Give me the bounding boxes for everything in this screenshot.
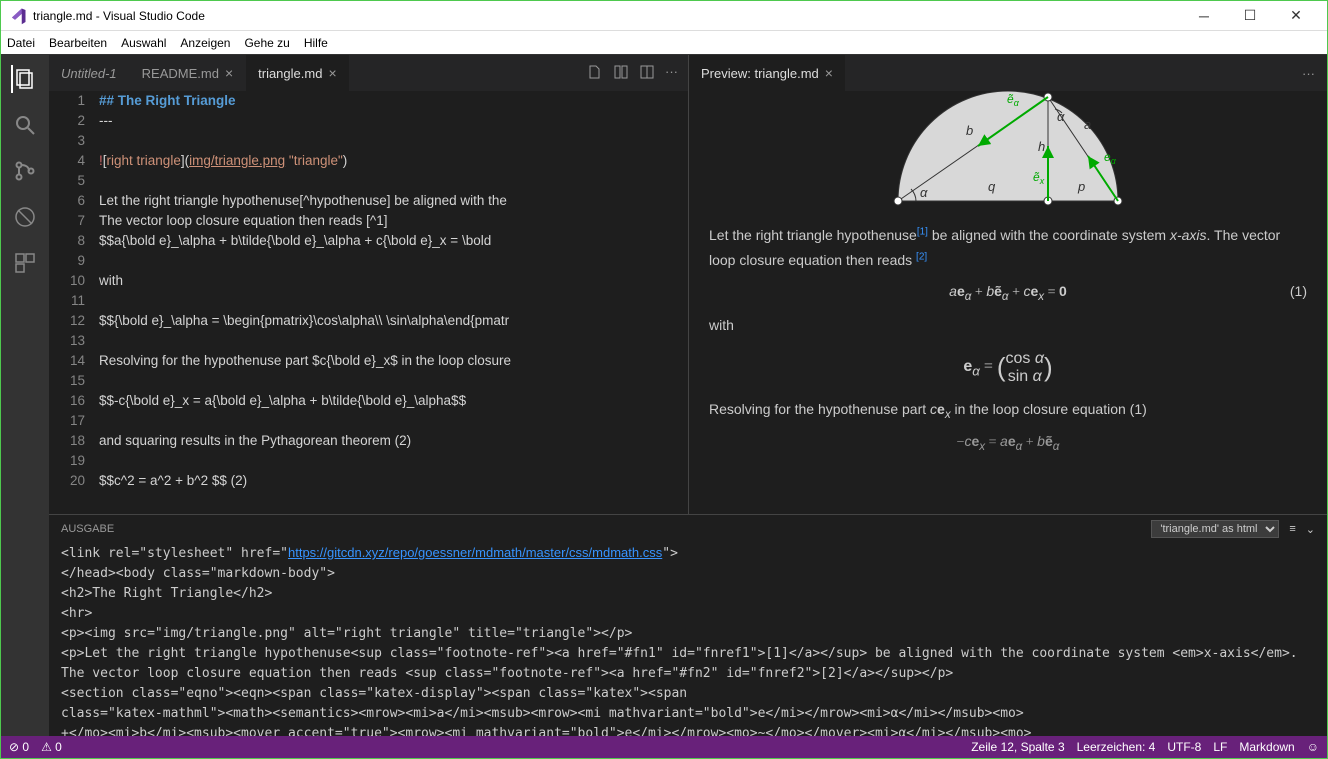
- preview-paragraph: Let the right triangle hypothenuse[1] be…: [709, 223, 1307, 273]
- footnote-ref[interactable]: [1]: [917, 226, 928, 237]
- svg-text:α: α: [1057, 109, 1065, 124]
- split-icon[interactable]: [639, 64, 655, 83]
- status-spaces[interactable]: Leerzeichen: 4: [1077, 740, 1156, 754]
- svg-text:q: q: [988, 179, 996, 194]
- maximize-button[interactable]: ☐: [1227, 1, 1273, 31]
- activitybar: [1, 55, 49, 736]
- svg-text:a: a: [1084, 117, 1091, 132]
- footnote-ref[interactable]: [2]: [916, 252, 927, 263]
- markdown-preview: b a h p q α α ẽα ẽx eα: [689, 91, 1327, 514]
- tab-untitled[interactable]: Untitled-1: [49, 55, 130, 91]
- menu-file[interactable]: Datei: [7, 36, 35, 50]
- status-encoding[interactable]: UTF-8: [1167, 740, 1201, 754]
- output-panel: AUSGABE 'triangle.md' as html ≡ ⌄ <link …: [49, 514, 1327, 736]
- menu-edit[interactable]: Bearbeiten: [49, 36, 107, 50]
- minimize-button[interactable]: ─: [1181, 1, 1227, 31]
- code-editor[interactable]: 1234567891011121314151617181920 ## The R…: [49, 91, 688, 514]
- status-warnings[interactable]: ⚠ 0: [41, 740, 62, 754]
- equation: aeα + bẽα + cex = 0 (1): [709, 279, 1307, 307]
- equation: eα = (cos αsin α): [709, 344, 1307, 391]
- close-button[interactable]: ✕: [1273, 1, 1319, 31]
- tab-triangle[interactable]: triangle.md×: [246, 55, 350, 91]
- explorer-icon[interactable]: [11, 65, 39, 93]
- svg-text:p: p: [1077, 179, 1085, 194]
- more-icon[interactable]: ···: [1302, 66, 1327, 81]
- menu-view[interactable]: Anzeigen: [180, 36, 230, 50]
- editor-tabs: Untitled-1 README.md× triangle.md× ···: [49, 55, 688, 91]
- statusbar: ⊘ 0 ⚠ 0 Zeile 12, Spalte 3 Leerzeichen: …: [1, 736, 1327, 758]
- titlebar: triangle.md - Visual Studio Code ─ ☐ ✕: [1, 1, 1327, 31]
- output-channel-select[interactable]: 'triangle.md' as html: [1151, 520, 1279, 538]
- svg-text:h: h: [1038, 139, 1045, 154]
- preview-icon[interactable]: [613, 64, 629, 83]
- svg-text:α: α: [920, 185, 928, 200]
- search-icon[interactable]: [11, 111, 39, 139]
- triangle-diagram: b a h p q α α ẽα ẽx eα: [709, 91, 1307, 211]
- chevron-down-icon[interactable]: ⌄: [1306, 523, 1315, 536]
- more-icon[interactable]: ···: [665, 64, 678, 83]
- close-icon[interactable]: ×: [328, 65, 336, 81]
- output-body[interactable]: <link rel="stylesheet" href="https://git…: [49, 543, 1327, 736]
- status-language[interactable]: Markdown: [1239, 740, 1294, 754]
- menu-help[interactable]: Hilfe: [304, 36, 328, 50]
- tab-preview[interactable]: Preview: triangle.md×: [689, 55, 846, 91]
- open-changes-icon[interactable]: [587, 64, 603, 83]
- source-control-icon[interactable]: [11, 157, 39, 185]
- close-icon[interactable]: ×: [825, 65, 833, 81]
- feedback-icon[interactable]: ☺: [1307, 740, 1319, 754]
- tab-readme[interactable]: README.md×: [130, 55, 246, 91]
- menubar: Datei Bearbeiten Auswahl Anzeigen Gehe z…: [1, 31, 1327, 55]
- svg-text:eα: eα: [1104, 150, 1117, 166]
- equation: −cex = aeα + bẽα: [709, 429, 1307, 457]
- status-eol[interactable]: LF: [1213, 740, 1227, 754]
- clear-output-icon[interactable]: ≡: [1289, 523, 1295, 535]
- vscode-logo-icon: [9, 7, 27, 25]
- menu-goto[interactable]: Gehe zu: [244, 36, 289, 50]
- status-errors[interactable]: ⊘ 0: [9, 740, 29, 754]
- extensions-icon[interactable]: [11, 249, 39, 277]
- line-numbers: 1234567891011121314151617181920: [49, 91, 99, 514]
- status-cursor[interactable]: Zeile 12, Spalte 3: [971, 740, 1064, 754]
- debug-icon[interactable]: [11, 203, 39, 231]
- preview-paragraph: Resolving for the hypothenuse part cex i…: [709, 397, 1307, 425]
- menu-selection[interactable]: Auswahl: [121, 36, 166, 50]
- preview-text: with: [709, 313, 1307, 338]
- close-icon[interactable]: ×: [225, 65, 233, 81]
- panel-title[interactable]: AUSGABE: [61, 523, 114, 535]
- window-title: triangle.md - Visual Studio Code: [33, 9, 1181, 23]
- svg-text:b: b: [966, 123, 973, 138]
